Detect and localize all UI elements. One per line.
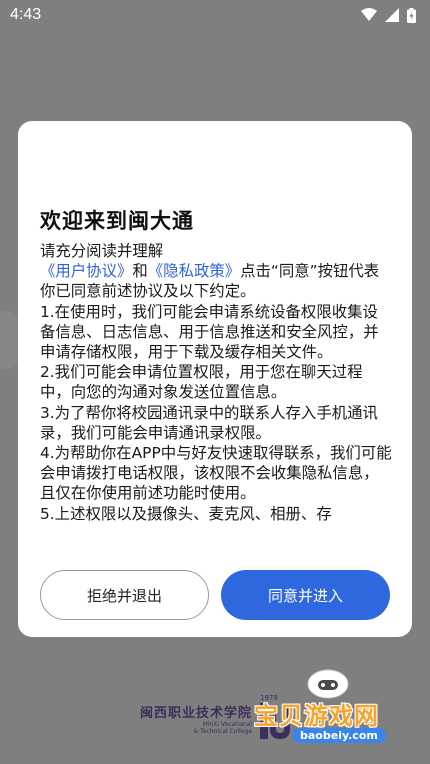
watermark-url: baobeiy.com bbox=[292, 728, 386, 743]
clause-paragraph: 1.在使用时，我们可能会申请系统设备权限收集设备信息、日志信息、用于信息推送和安… bbox=[40, 302, 379, 362]
cellular-signal-icon bbox=[385, 8, 399, 22]
agree-and-enter-button[interactable]: 同意并进入 bbox=[221, 570, 390, 620]
dialog-body[interactable]: 请充分阅读并理解 《用户协议》和《隐私政策》点击“同意”按钮代表你已同意前述协议及… bbox=[40, 241, 392, 543]
conjunction-text: 和 bbox=[132, 262, 148, 281]
clause-paragraph: 4.为帮助你在APP中与好友快速取得联系，我们可能会申请拨打电话权限，该权限不会… bbox=[40, 444, 392, 503]
user-agreement-link[interactable]: 《用户协议》 bbox=[40, 262, 132, 280]
privacy-policy-link[interactable]: 《隐私政策》 bbox=[148, 262, 240, 280]
clause-paragraph: 3.为了帮你将校园通讯录中的联系人存入手机通讯录，我们可能会申请通讯录权限。 bbox=[40, 403, 378, 442]
status-bar: 4:43 bbox=[0, 0, 430, 30]
clause-paragraph: 2.我们可能会申请位置权限，用于您在聊天过程中，向您的沟通对象发送位置信息。 bbox=[40, 363, 363, 402]
dialog-title: 欢迎来到闽大通 bbox=[40, 209, 194, 233]
status-icons bbox=[361, 7, 416, 23]
clause-paragraph: 5.上述权限以及摄像头、麦克风、相册、存 bbox=[40, 504, 332, 523]
status-time: 4:43 bbox=[10, 6, 42, 23]
privacy-consent-dialog: 欢迎来到闽大通 请充分阅读并理解 《用户协议》和《隐私政策》点击“同意”按钮代表你… bbox=[18, 121, 412, 637]
watermark: 宝贝游戏网 baobeiy.com bbox=[250, 668, 420, 750]
watermark-text: 宝贝游戏网 bbox=[254, 702, 379, 730]
wifi-icon bbox=[361, 8, 377, 22]
college-name-block: 闽西职业技术学院 MinXi Vocational & Technical Co… bbox=[140, 702, 252, 735]
reject-and-exit-button[interactable]: 拒绝并退出 bbox=[40, 570, 209, 620]
college-name-en-line2: & Technical College bbox=[193, 727, 253, 735]
battery-charging-icon bbox=[407, 7, 416, 23]
intro-text: 请充分阅读并理解 bbox=[40, 242, 164, 260]
consent-intro-paragraph: 请充分阅读并理解 《用户协议》和《隐私政策》点击“同意”按钮代表你已同意前述协议及… bbox=[40, 241, 392, 302]
college-name-cn: 闽西职业技术学院 bbox=[140, 705, 253, 721]
college-name-en-line1: MinXi Vocational bbox=[202, 720, 253, 728]
